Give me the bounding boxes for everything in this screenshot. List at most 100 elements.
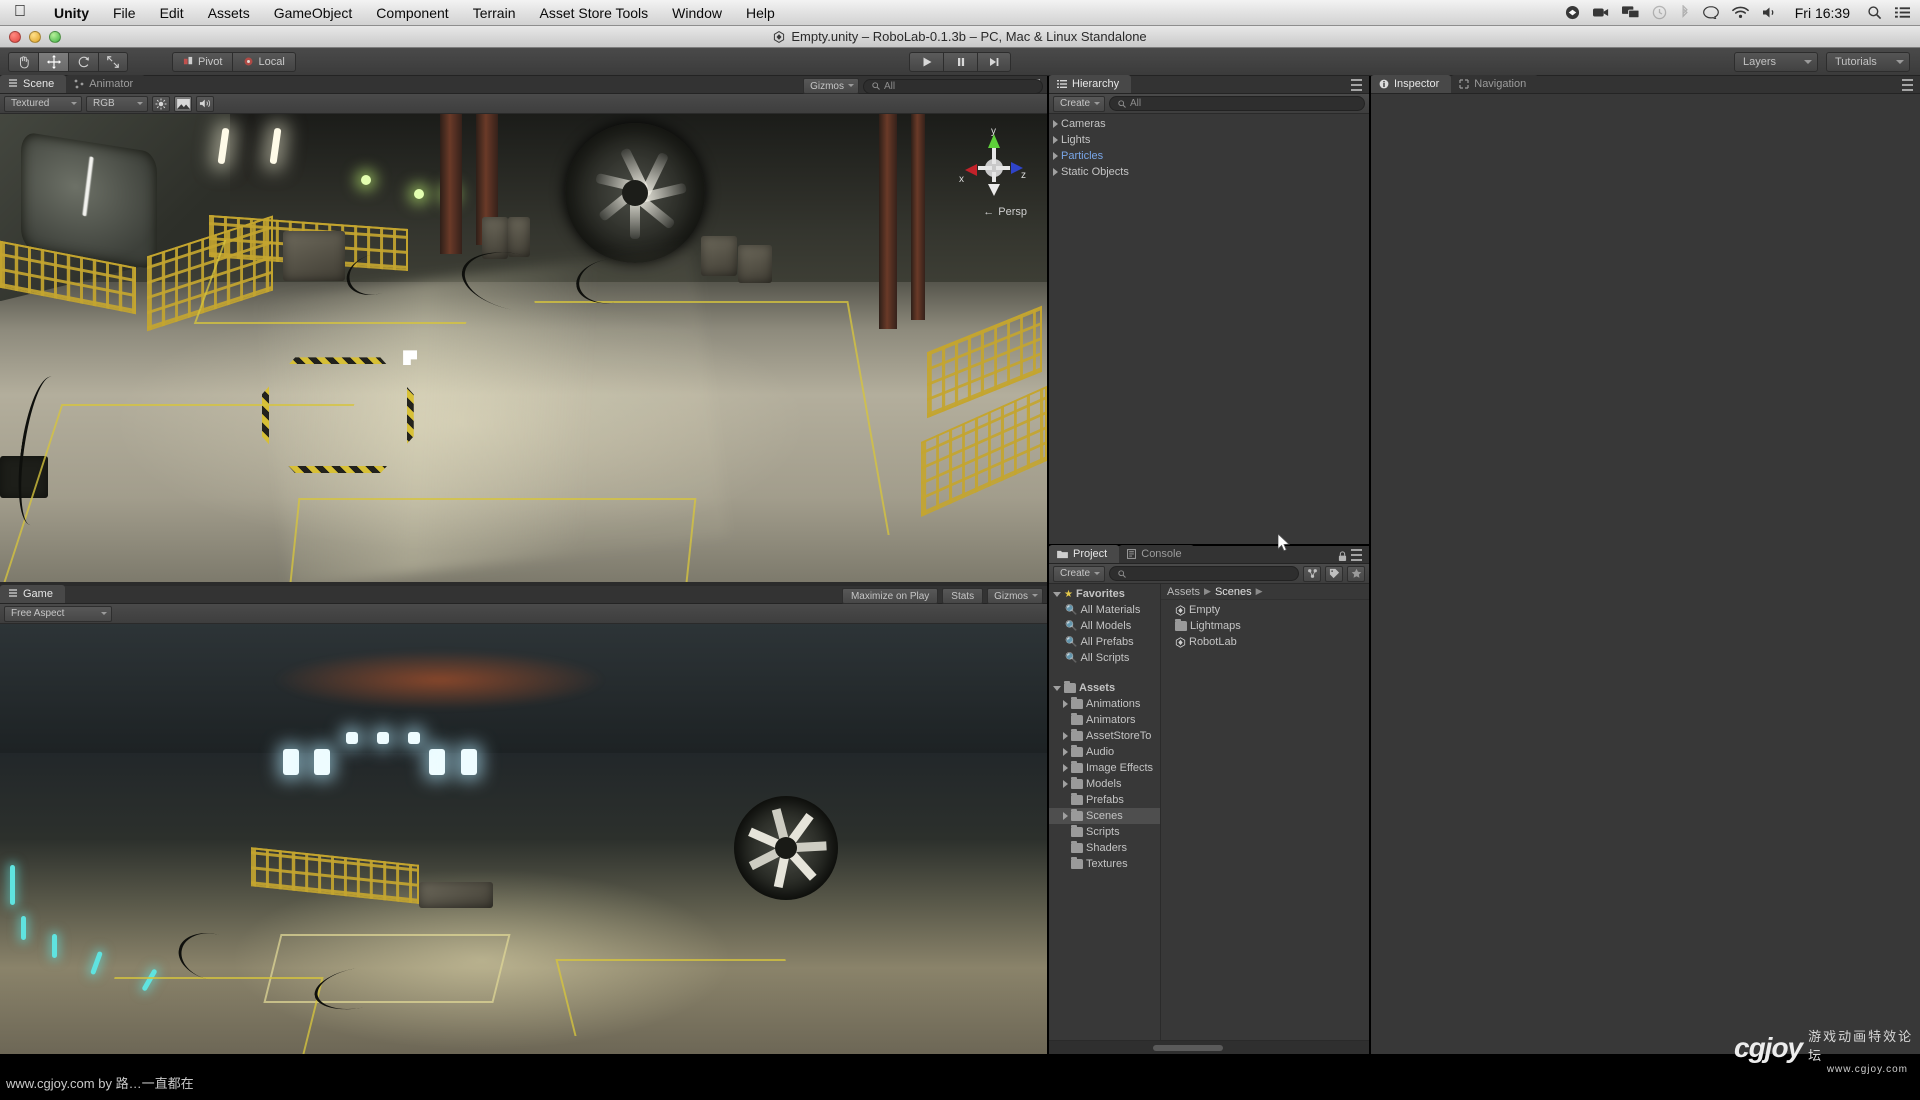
- assets-item-scenes[interactable]: Scenes: [1049, 808, 1160, 824]
- bluetooth-icon[interactable]: [1680, 5, 1690, 20]
- collapse-arrow-icon[interactable]: [1053, 591, 1061, 597]
- project-favorites-root[interactable]: ★ Favorites: [1049, 586, 1160, 602]
- menu-terrain[interactable]: Terrain: [461, 5, 528, 21]
- tab-scene[interactable]: Scene: [0, 75, 67, 93]
- filter-by-type-icon[interactable]: [1303, 565, 1321, 582]
- tab-project[interactable]: Project: [1049, 545, 1120, 563]
- expand-arrow-icon[interactable]: [1053, 136, 1058, 144]
- dropbox-icon[interactable]: [1565, 5, 1580, 20]
- expand-arrow-icon[interactable]: [1053, 120, 1058, 128]
- assets-item-textures[interactable]: Textures: [1049, 856, 1160, 872]
- audio-toggle[interactable]: [196, 95, 214, 112]
- menu-assets[interactable]: Assets: [196, 5, 262, 21]
- project-assets-root[interactable]: Assets: [1049, 680, 1160, 696]
- tab-inspector[interactable]: Inspector: [1371, 75, 1452, 93]
- tab-animator[interactable]: Animator: [66, 75, 146, 93]
- scene-search-input[interactable]: All: [863, 78, 1043, 94]
- assets-item-image-effects[interactable]: Image Effects: [1049, 760, 1160, 776]
- menu-bar-clock[interactable]: Fri 16:39: [1791, 5, 1854, 21]
- game-viewport[interactable]: [0, 624, 1047, 1054]
- assets-item-scripts[interactable]: Scripts: [1049, 824, 1160, 840]
- pivot-toggle[interactable]: Pivot: [172, 51, 233, 72]
- hierarchy-search-input[interactable]: All: [1109, 96, 1365, 111]
- assets-item-prefabs[interactable]: Prefabs: [1049, 792, 1160, 808]
- expand-arrow-icon[interactable]: [1063, 748, 1068, 756]
- hierarchy-panel-menu-icon[interactable]: [1351, 79, 1365, 91]
- search-icon[interactable]: [1867, 5, 1882, 20]
- collapse-arrow-icon[interactable]: [1053, 685, 1061, 691]
- tab-game[interactable]: Game: [0, 585, 65, 603]
- favorites-item-all-scripts[interactable]: 🔍 All Scripts: [1049, 650, 1160, 666]
- hierarchy-item-cameras[interactable]: Cameras: [1049, 116, 1369, 132]
- play-button[interactable]: [909, 51, 943, 72]
- expand-arrow-icon[interactable]: [1063, 732, 1068, 740]
- game-gizmos-dropdown[interactable]: Gizmos: [987, 588, 1043, 604]
- breadcrumb-scenes[interactable]: Scenes: [1215, 586, 1252, 598]
- apple-logo-icon[interactable]: : [14, 3, 26, 20]
- scrollbar-thumb[interactable]: [1153, 1045, 1223, 1051]
- menu-gameobject[interactable]: GameObject: [262, 5, 365, 21]
- project-horizontal-scrollbar[interactable]: [1049, 1040, 1369, 1054]
- lock-icon[interactable]: [1338, 549, 1347, 567]
- wifi-icon[interactable]: [1731, 6, 1749, 19]
- lighting-toggle[interactable]: [152, 95, 170, 112]
- draw-mode-dropdown[interactable]: Textured: [4, 95, 82, 112]
- hierarchy-item-particles[interactable]: Particles: [1049, 148, 1369, 164]
- time-machine-icon[interactable]: [1652, 5, 1667, 20]
- expand-arrow-icon[interactable]: [1063, 700, 1068, 708]
- scale-tool[interactable]: [98, 51, 128, 72]
- content-item-empty[interactable]: Empty: [1161, 602, 1369, 618]
- scene-viewport[interactable]: y x z ← Persp: [0, 114, 1047, 582]
- scene-axis-gizmo[interactable]: y x z: [959, 126, 1029, 218]
- menu-asset-store-tools[interactable]: Asset Store Tools: [527, 5, 660, 21]
- expand-arrow-icon[interactable]: [1063, 780, 1068, 788]
- hierarchy-create-button[interactable]: Create: [1053, 95, 1106, 112]
- assets-item-audio[interactable]: Audio: [1049, 744, 1160, 760]
- scene-projection-label[interactable]: ← Persp: [983, 206, 1027, 218]
- menu-help[interactable]: Help: [734, 5, 787, 21]
- color-mode-dropdown[interactable]: RGB: [86, 95, 148, 112]
- notification-center-icon[interactable]: [1895, 6, 1910, 19]
- rotate-tool[interactable]: [68, 51, 98, 72]
- display-mirror-icon[interactable]: [1621, 6, 1639, 19]
- assets-item-shaders[interactable]: Shaders: [1049, 840, 1160, 856]
- hierarchy-item-lights[interactable]: Lights: [1049, 132, 1369, 148]
- content-item-lightmaps[interactable]: Lightmaps: [1161, 618, 1369, 634]
- gizmos-dropdown[interactable]: Gizmos: [803, 78, 859, 94]
- tab-navigation[interactable]: Navigation: [1451, 75, 1539, 93]
- menu-component[interactable]: Component: [364, 5, 460, 21]
- menu-file[interactable]: File: [101, 5, 148, 21]
- aspect-ratio-dropdown[interactable]: Free Aspect: [4, 605, 112, 622]
- step-button[interactable]: [977, 51, 1011, 72]
- breadcrumb-assets[interactable]: Assets: [1167, 586, 1200, 598]
- screen-record-icon[interactable]: [1592, 6, 1609, 19]
- hand-tool[interactable]: [8, 51, 38, 72]
- tab-hierarchy[interactable]: Hierarchy: [1049, 75, 1132, 93]
- hierarchy-item-static-objects[interactable]: Static Objects: [1049, 164, 1369, 180]
- expand-arrow-icon[interactable]: [1053, 152, 1058, 160]
- move-tool[interactable]: [38, 51, 68, 72]
- favorites-item-all-models[interactable]: 🔍 All Models: [1049, 618, 1160, 634]
- expand-arrow-icon[interactable]: [1063, 764, 1068, 772]
- tab-console[interactable]: Console: [1119, 545, 1194, 563]
- content-item-robotlab[interactable]: RobotLab: [1161, 634, 1369, 650]
- favorites-item-all-materials[interactable]: 🔍 All Materials: [1049, 602, 1160, 618]
- tutorials-dropdown[interactable]: Tutorials: [1826, 51, 1910, 72]
- assets-item-models[interactable]: Models: [1049, 776, 1160, 792]
- menu-unity[interactable]: Unity: [42, 5, 101, 21]
- assets-item-assetstoretools[interactable]: AssetStoreTo: [1049, 728, 1160, 744]
- project-search-input[interactable]: [1109, 566, 1299, 581]
- filter-by-label-icon[interactable]: [1325, 565, 1343, 582]
- assets-item-animators[interactable]: Animators: [1049, 712, 1160, 728]
- layers-dropdown[interactable]: Layers: [1734, 51, 1818, 72]
- inspector-panel-menu-icon[interactable]: [1902, 79, 1916, 91]
- assets-item-animations[interactable]: Animations: [1049, 696, 1160, 712]
- menu-edit[interactable]: Edit: [148, 5, 196, 21]
- project-create-button[interactable]: Create: [1053, 565, 1106, 582]
- volume-icon[interactable]: [1762, 6, 1778, 19]
- skybox-toggle[interactable]: [174, 95, 192, 112]
- maximize-on-play-toggle[interactable]: Maximize on Play: [841, 588, 939, 604]
- favorites-item-all-prefabs[interactable]: 🔍 All Prefabs: [1049, 634, 1160, 650]
- menu-window[interactable]: Window: [660, 5, 734, 21]
- expand-arrow-icon[interactable]: [1063, 812, 1068, 820]
